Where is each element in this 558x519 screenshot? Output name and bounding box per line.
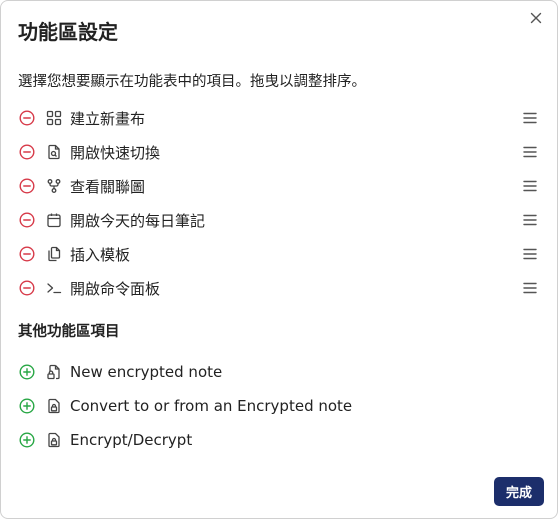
- ribbon-item-label: 查看關聯圖: [70, 177, 146, 196]
- ribbon-item-row: 開啟命令面板: [18, 275, 541, 301]
- ribbon-item-row: 插入模板: [18, 241, 541, 267]
- drag-handle-icon[interactable]: [522, 280, 538, 296]
- other-item-label: Encrypt/Decrypt: [70, 431, 193, 449]
- add-item-button[interactable]: [18, 431, 36, 449]
- drag-handle-icon[interactable]: [522, 178, 538, 194]
- ribbon-item-label: 開啟快速切換: [70, 143, 161, 162]
- plus-circle-icon: [19, 432, 35, 448]
- close-icon: [530, 12, 542, 24]
- remove-item-button[interactable]: [18, 211, 36, 229]
- calendar-icon: [45, 211, 63, 229]
- ribbon-item-row: 建立新畫布: [18, 105, 541, 131]
- git-fork-icon: [45, 177, 63, 195]
- remove-item-button[interactable]: [18, 279, 36, 297]
- drag-handle-icon[interactable]: [522, 110, 538, 126]
- other-item-label: Convert to or from an Encrypted note: [70, 397, 353, 415]
- drag-handle-icon[interactable]: [522, 144, 538, 160]
- minus-circle-icon: [19, 178, 35, 194]
- close-button[interactable]: [525, 7, 547, 29]
- ribbon-item-label: 開啟命令面板: [70, 279, 161, 298]
- other-items-heading: 其他功能區項目: [18, 324, 120, 340]
- lock-file-icon: [45, 431, 63, 449]
- minus-circle-icon: [19, 280, 35, 296]
- file-lock-icon: [45, 363, 63, 381]
- layout-grid-icon: [45, 109, 63, 127]
- other-item-label: New encrypted note: [70, 363, 223, 381]
- other-item-row: Convert to or from an Encrypted note: [18, 393, 541, 419]
- ribbon-item-row: 開啟快速切換: [18, 139, 541, 165]
- minus-circle-icon: [19, 246, 35, 262]
- plus-circle-icon: [19, 364, 35, 380]
- other-item-row: New encrypted note: [18, 359, 541, 385]
- ribbon-item-row: 查看關聯圖: [18, 173, 541, 199]
- minus-circle-icon: [19, 110, 35, 126]
- terminal-icon: [45, 279, 63, 297]
- add-item-button[interactable]: [18, 363, 36, 381]
- remove-item-button[interactable]: [18, 109, 36, 127]
- ribbon-item-label: 建立新畫布: [70, 109, 146, 128]
- ribbon-item-row: 開啟今天的每日筆記: [18, 207, 541, 233]
- ribbon-settings-dialog: 功能區設定 選擇您想要顯示在功能表中的項目。拖曳以調整排序。 建立新畫布 開啟快…: [0, 0, 558, 519]
- drag-handle-icon[interactable]: [522, 212, 538, 228]
- files-icon: [45, 245, 63, 263]
- lock-file-icon: [45, 397, 63, 415]
- minus-circle-icon: [19, 212, 35, 228]
- remove-item-button[interactable]: [18, 245, 36, 263]
- remove-item-button[interactable]: [18, 177, 36, 195]
- file-search-icon: [45, 143, 63, 161]
- remove-item-button[interactable]: [18, 143, 36, 161]
- drag-handle-icon[interactable]: [522, 246, 538, 262]
- plus-circle-icon: [19, 398, 35, 414]
- ribbon-item-label: 開啟今天的每日筆記: [70, 211, 206, 230]
- dialog-description: 選擇您想要顯示在功能表中的項目。拖曳以調整排序。: [18, 74, 366, 90]
- other-item-row: Encrypt/Decrypt: [18, 427, 541, 453]
- ribbon-item-label: 插入模板: [70, 245, 131, 264]
- add-item-button[interactable]: [18, 397, 36, 415]
- done-button[interactable]: 完成: [494, 477, 544, 506]
- dialog-title: 功能區設定: [18, 20, 118, 44]
- minus-circle-icon: [19, 144, 35, 160]
